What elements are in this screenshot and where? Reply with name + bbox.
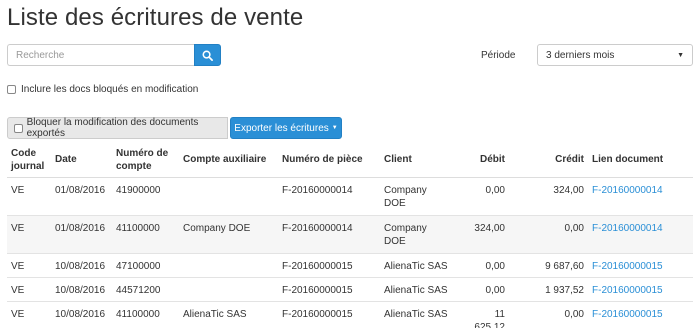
export-entries-button[interactable]: Exporter les écritures ▼ (230, 117, 342, 139)
block-modification-label: Bloquer la modification des documents ex… (26, 117, 199, 139)
cell-credit: 9 687,60 (509, 252, 588, 277)
cell-journal: VE (7, 276, 51, 301)
header-date[interactable]: Date (51, 143, 112, 178)
cell-aux-account (179, 276, 278, 301)
cell-account: 41100000 (112, 300, 179, 328)
cell-debit: 0,00 (458, 176, 509, 215)
search-icon (202, 50, 213, 61)
header-piece-number[interactable]: Numéro de pièce (278, 143, 380, 178)
table-row: VE 10/08/2016 41100000 AlienaTic SAS F-2… (7, 300, 693, 328)
cell-aux-account (179, 252, 278, 277)
cell-date: 10/08/2016 (51, 300, 112, 328)
cell-date: 10/08/2016 (51, 252, 112, 277)
entries-table: Code journal Date Numéro de compte Compte … (7, 143, 693, 328)
cell-piece-number: F-20160000015 (278, 276, 380, 301)
chevron-down-icon: ▼ (677, 51, 684, 59)
search-input[interactable] (7, 44, 194, 66)
cell-credit: 1 937,52 (509, 276, 588, 301)
document-link[interactable]: F-20160000015 (588, 300, 693, 328)
include-blocked-option[interactable]: Inclure les docs bloqués en modification (7, 84, 198, 95)
cell-client: AlienaTic SAS (380, 252, 458, 277)
cell-credit: 0,00 (509, 214, 588, 253)
header-journal[interactable]: Code journal (7, 143, 51, 178)
cell-account: 47100000 (112, 252, 179, 277)
header-document-link[interactable]: Lien document (588, 143, 693, 178)
cell-client: AlienaTic SAS (380, 300, 458, 328)
cell-debit: 11 625,12 (458, 300, 509, 328)
table-row: VE 01/08/2016 41100000 Company DOE F-201… (7, 214, 693, 253)
document-link[interactable]: F-20160000015 (588, 252, 693, 277)
table-header-row: Code journal Date Numéro de compte Compte … (7, 143, 693, 178)
cell-journal: VE (7, 252, 51, 277)
header-aux-account[interactable]: Compte auxiliaire (179, 143, 278, 178)
search-group (7, 44, 221, 66)
include-blocked-label: Inclure les docs bloqués en modification (21, 84, 199, 95)
cell-client: AlienaTic SAS (380, 276, 458, 301)
include-blocked-checkbox[interactable] (7, 85, 16, 94)
period-label: Période (481, 50, 516, 61)
cell-debit: 0,00 (458, 252, 509, 277)
cell-piece-number: F-20160000014 (278, 214, 380, 253)
block-modification-checkbox[interactable] (14, 123, 23, 133)
page-title: Liste des écritures de vente (7, 4, 304, 31)
cell-date: 01/08/2016 (51, 176, 112, 215)
cell-client: Company DOE (380, 214, 458, 253)
table-row: VE 10/08/2016 44571200 F-20160000015 Ali… (7, 276, 693, 301)
header-debit[interactable]: Débit (458, 143, 509, 178)
cell-aux-account: AlienaTic SAS (179, 300, 278, 328)
header-account[interactable]: Numéro de compte (112, 143, 179, 178)
cell-account: 41900000 (112, 176, 179, 215)
cell-account: 44571200 (112, 276, 179, 301)
cell-account: 41100000 (112, 214, 179, 253)
cell-piece-number: F-20160000015 (278, 252, 380, 277)
period-select[interactable]: 3 derniers mois ▼ (537, 44, 693, 66)
block-modification-button[interactable]: Bloquer la modification des documents ex… (7, 117, 228, 139)
document-link[interactable]: F-20160000015 (588, 276, 693, 301)
cell-date: 01/08/2016 (51, 214, 112, 253)
export-entries-label: Exporter les écritures (234, 122, 329, 134)
period-selected-value: 3 derniers mois (546, 49, 615, 61)
cell-debit: 324,00 (458, 214, 509, 253)
header-credit[interactable]: Crédit (509, 143, 588, 178)
caret-down-icon: ▼ (331, 125, 338, 131)
document-link[interactable]: F-20160000014 (588, 214, 693, 253)
search-button[interactable] (194, 44, 221, 66)
table-row: VE 01/08/2016 41900000 F-20160000014 Com… (7, 176, 693, 215)
cell-piece-number: F-20160000015 (278, 300, 380, 328)
cell-journal: VE (7, 300, 51, 328)
cell-journal: VE (7, 214, 51, 253)
header-client[interactable]: Client (380, 143, 458, 178)
cell-aux-account (179, 176, 278, 215)
cell-credit: 0,00 (509, 300, 588, 328)
cell-piece-number: F-20160000014 (278, 176, 380, 215)
cell-date: 10/08/2016 (51, 276, 112, 301)
cell-debit: 0,00 (458, 276, 509, 301)
document-link[interactable]: F-20160000014 (588, 176, 693, 215)
cell-aux-account: Company DOE (179, 214, 278, 253)
table-row: VE 10/08/2016 47100000 F-20160000015 Ali… (7, 252, 693, 277)
cell-credit: 324,00 (509, 176, 588, 215)
cell-journal: VE (7, 176, 51, 215)
cell-client: Company DOE (380, 176, 458, 215)
